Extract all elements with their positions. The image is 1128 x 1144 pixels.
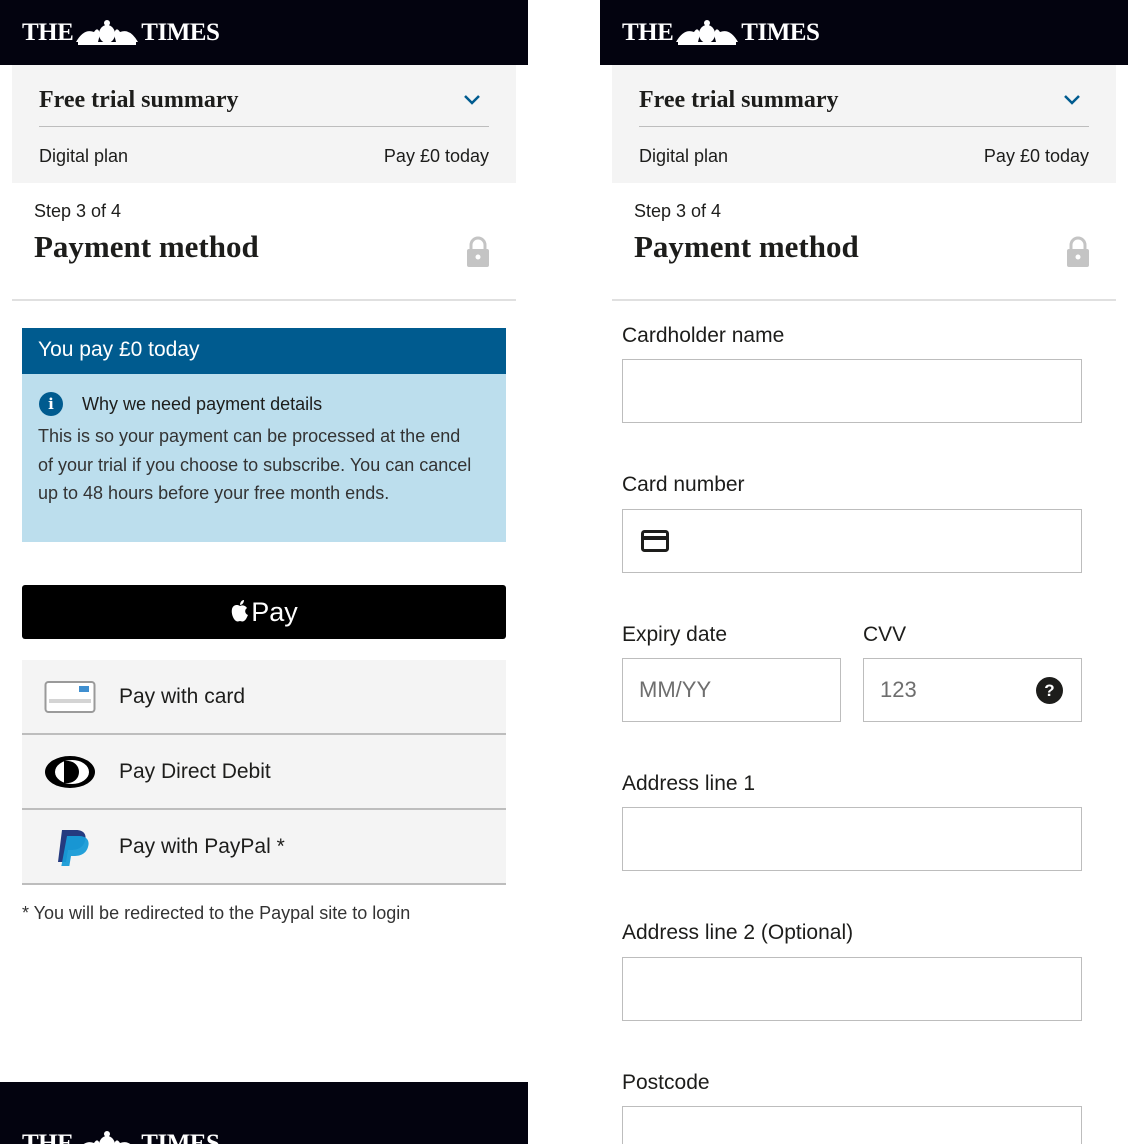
logo-text-the: THE (622, 19, 674, 46)
logo-text-times: TIMES (741, 19, 820, 46)
pay-today-banner: You pay £0 today (22, 328, 506, 374)
chevron-down-icon[interactable] (462, 93, 482, 107)
credit-card-icon (44, 681, 96, 713)
lock-icon (1067, 236, 1089, 267)
option-label: Pay with PayPal * (119, 835, 285, 858)
help-icon[interactable]: ? (1036, 677, 1063, 704)
plan-price: Pay £0 today (983, 146, 1089, 166)
address-line-1-input[interactable] (623, 808, 1081, 870)
info-title: Why we need payment details (82, 394, 323, 414)
masthead: THE TIMES (0, 0, 528, 65)
logo-text-the: THE (22, 1130, 74, 1144)
apple-pay-label: Pay (251, 596, 298, 627)
royal-crest-icon (76, 20, 139, 45)
address-line-2-label: Address line 2 (Optional) (622, 921, 854, 944)
info-description: This is so your payment can be processed… (38, 426, 472, 503)
masthead-next-screen: THE TIMES (0, 1082, 528, 1144)
logo-text-the: THE (22, 19, 74, 46)
cardholder-name-input[interactable] (623, 360, 1081, 422)
cardholder-name-field (622, 359, 1082, 423)
paypal-icon (58, 830, 89, 866)
payment-info-box: i Why we need payment details This is so… (22, 374, 506, 542)
summary-divider (39, 126, 489, 127)
postcode-input[interactable] (623, 1107, 1081, 1144)
postcode-field (622, 1106, 1082, 1144)
card-details-screen: THE TIMES Free trial summary Digital pla… (600, 0, 1128, 1144)
option-label: Pay with card (119, 685, 246, 708)
pay-with-paypal-option[interactable]: Pay with PayPal * (22, 810, 506, 885)
expiry-date-input[interactable] (623, 659, 840, 721)
option-label: Pay Direct Debit (119, 760, 271, 783)
address-line-2-input[interactable] (623, 958, 1081, 1020)
expiry-date-field (622, 658, 841, 722)
section-divider (12, 299, 516, 301)
royal-crest-icon (84, 1131, 131, 1144)
payment-options-screen: THE TIMES Free trial summary Digital pla… (0, 0, 528, 1144)
cvv-field: ? (863, 658, 1082, 722)
paypal-redirect-note: * You will be redirected to the Paypal s… (22, 903, 411, 923)
summary-divider (639, 126, 1089, 127)
direct-debit-icon (45, 756, 95, 788)
logo-text-times: TIMES (141, 1130, 220, 1144)
step-indicator: Step 3 of 4 (34, 201, 122, 221)
section-divider (612, 299, 1116, 301)
logo-text-times: TIMES (141, 19, 220, 46)
cvv-label: CVV (863, 623, 907, 646)
info-icon: i (39, 392, 63, 416)
times-logo[interactable]: THE TIMES (622, 19, 820, 47)
pay-direct-debit-option[interactable]: Pay Direct Debit (22, 735, 506, 810)
postcode-label: Postcode (622, 1071, 710, 1094)
address-line-1-label: Address line 1 (622, 772, 756, 795)
chevron-down-icon[interactable] (1062, 93, 1082, 107)
address-line-2-field (622, 957, 1082, 1021)
cardholder-name-label: Cardholder name (622, 324, 785, 347)
times-logo[interactable]: THE TIMES (22, 19, 220, 47)
address-line-1-field (622, 807, 1082, 871)
card-number-label: Card number (622, 473, 745, 496)
lock-icon (467, 236, 489, 267)
plan-price: Pay £0 today (383, 146, 489, 166)
plan-name: Digital plan (39, 146, 129, 166)
page-title: Payment method (34, 229, 259, 264)
card-number-field (622, 509, 1082, 573)
step-indicator: Step 3 of 4 (634, 201, 722, 221)
pay-with-card-option[interactable]: Pay with card (22, 660, 506, 735)
masthead: THE TIMES (600, 0, 1128, 65)
plan-name: Digital plan (639, 146, 729, 166)
apple-pay-button[interactable]: Pay (22, 585, 506, 639)
times-logo[interactable]: THE TIMES (22, 1130, 220, 1144)
summary-title: Free trial summary (39, 87, 239, 113)
expiry-date-label: Expiry date (622, 623, 728, 646)
apple-logo-icon (231, 600, 249, 622)
royal-crest-icon (676, 20, 739, 45)
card-number-input[interactable] (623, 510, 1081, 572)
summary-title: Free trial summary (639, 87, 839, 113)
trial-summary: Free trial summary Digital plan Pay £0 t… (612, 65, 1116, 183)
page-title: Payment method (634, 229, 859, 264)
trial-summary: Free trial summary Digital plan Pay £0 t… (12, 65, 516, 183)
